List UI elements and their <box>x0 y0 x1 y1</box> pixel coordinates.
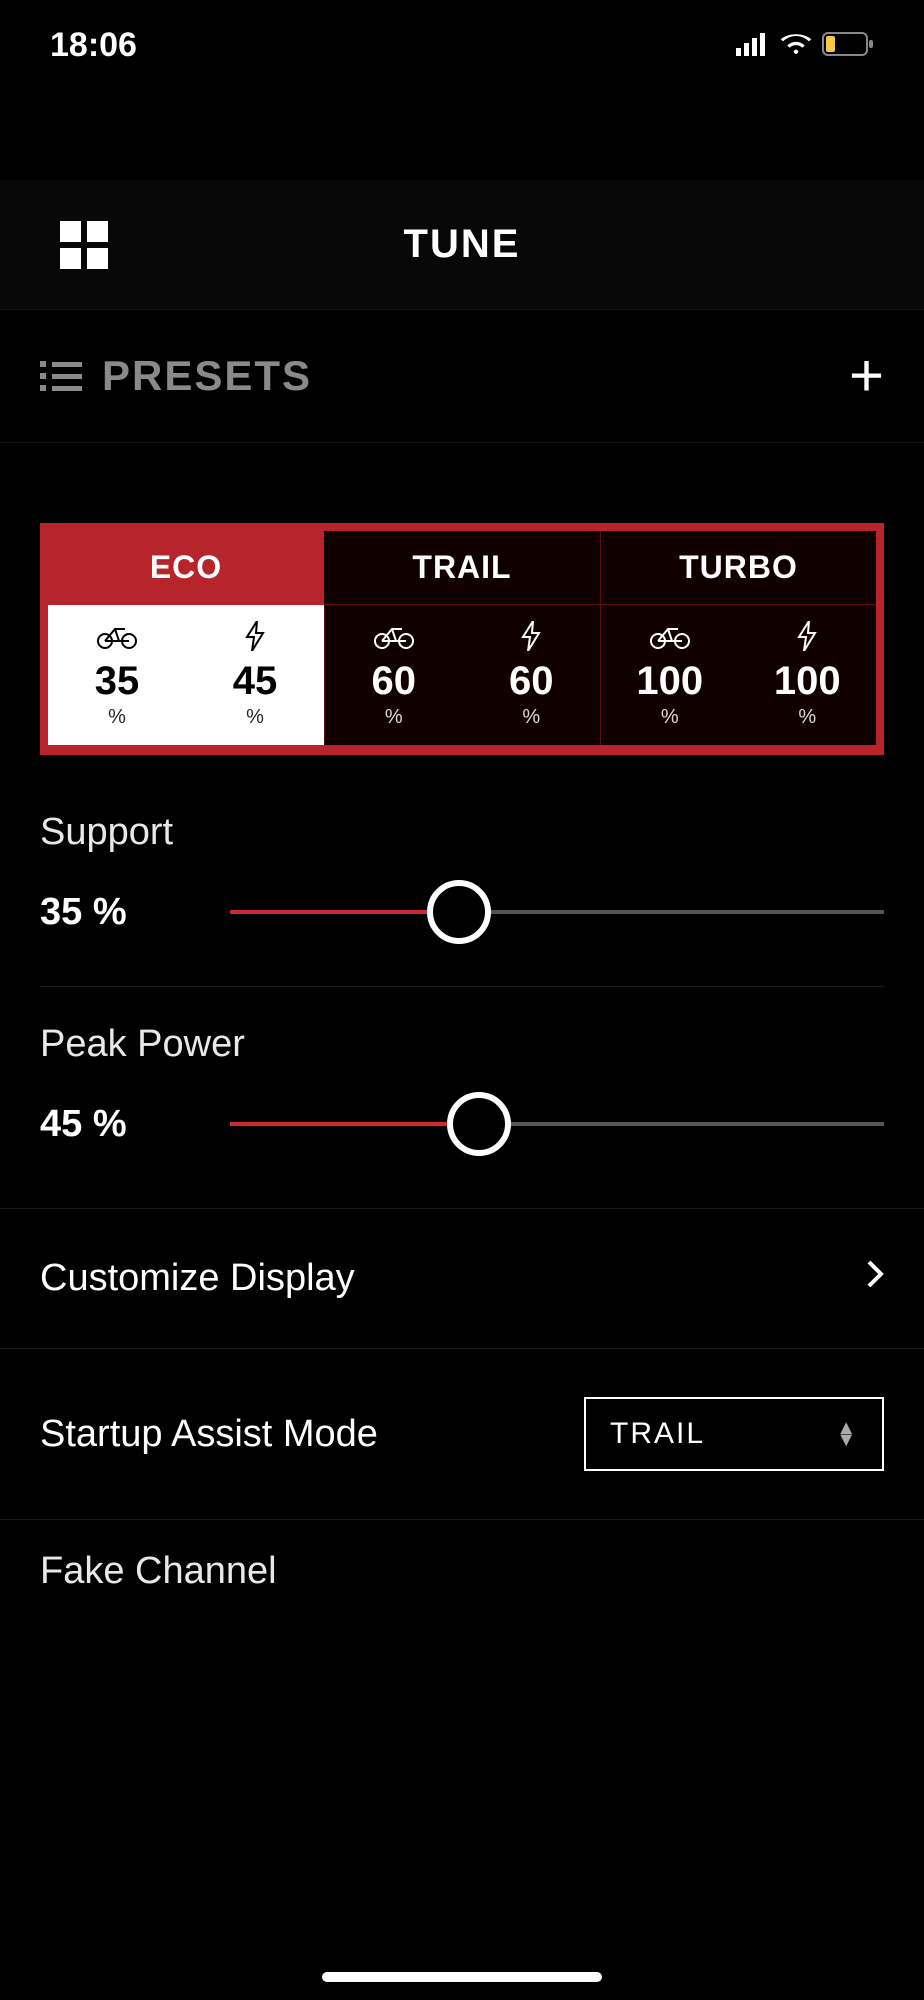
status-bar: 18:06 <box>0 0 924 90</box>
trail-support-value: 60 <box>325 659 463 704</box>
cellular-icon <box>736 26 770 65</box>
unit: % <box>601 706 739 729</box>
bolt-icon <box>739 619 877 653</box>
fake-channel-label: Fake Channel <box>40 1550 277 1592</box>
bike-icon <box>48 619 186 653</box>
support-slider-group: Support 35 % <box>40 775 884 986</box>
customize-display-label: Customize Display <box>40 1257 355 1300</box>
customize-display-row[interactable]: Customize Display <box>0 1209 924 1349</box>
mode-body-trail: 60 % 60 % <box>324 605 600 745</box>
list-icon <box>40 361 82 391</box>
mode-tab-turbo[interactable]: TURBO <box>600 531 876 605</box>
eco-power-value: 45 <box>186 659 324 704</box>
unit: % <box>186 706 324 729</box>
startup-assist-select[interactable]: TRAIL ▲▼ <box>584 1397 884 1471</box>
mode-tab-trail[interactable]: TRAIL <box>324 531 600 605</box>
chevron-right-icon <box>866 1259 884 1298</box>
mode-body-eco: 35 % 45 % <box>48 605 324 745</box>
unit: % <box>325 706 463 729</box>
presets-row: PRESETS + <box>0 310 924 443</box>
startup-assist-label: Startup Assist Mode <box>40 1413 378 1456</box>
page-title: TUNE <box>404 222 521 267</box>
bike-icon <box>601 619 739 653</box>
peakpower-slider[interactable] <box>230 1094 884 1154</box>
trail-power-value: 60 <box>463 659 601 704</box>
eco-support-value: 35 <box>48 659 186 704</box>
add-preset-button[interactable]: + <box>849 346 884 406</box>
home-indicator[interactable] <box>322 1972 602 1982</box>
support-slider[interactable] <box>230 882 884 942</box>
fake-channel-row[interactable]: Fake Channel <box>0 1520 924 1623</box>
mode-body-turbo: 100 % 100 % <box>600 605 876 745</box>
peakpower-label: Peak Power <box>40 1023 884 1066</box>
peakpower-slider-group: Peak Power 45 % <box>40 986 884 1198</box>
startup-assist-value: TRAIL <box>610 1417 705 1451</box>
unit: % <box>463 706 601 729</box>
turbo-power-value: 100 <box>739 659 877 704</box>
support-label: Support <box>40 811 884 854</box>
stepper-arrows-icon: ▲▼ <box>836 1422 858 1446</box>
status-icons <box>736 26 874 65</box>
turbo-support-value: 100 <box>601 659 739 704</box>
bolt-icon <box>186 619 324 653</box>
header: TUNE <box>0 180 924 310</box>
clock: 18:06 <box>50 26 137 65</box>
peakpower-value: 45 % <box>40 1103 190 1146</box>
modes-table: ECO TRAIL TURBO 35 % 45 % 60 % 60 <box>40 523 884 755</box>
presets-label: PRESETS <box>102 352 312 400</box>
bolt-icon <box>463 619 601 653</box>
wifi-icon <box>780 26 812 65</box>
bike-icon <box>325 619 463 653</box>
support-value: 35 % <box>40 891 190 934</box>
startup-assist-row: Startup Assist Mode TRAIL ▲▼ <box>0 1349 924 1520</box>
unit: % <box>48 706 186 729</box>
unit: % <box>739 706 877 729</box>
mode-tab-eco[interactable]: ECO <box>48 531 324 605</box>
menu-grid-icon[interactable] <box>60 221 108 269</box>
battery-icon <box>822 26 874 65</box>
